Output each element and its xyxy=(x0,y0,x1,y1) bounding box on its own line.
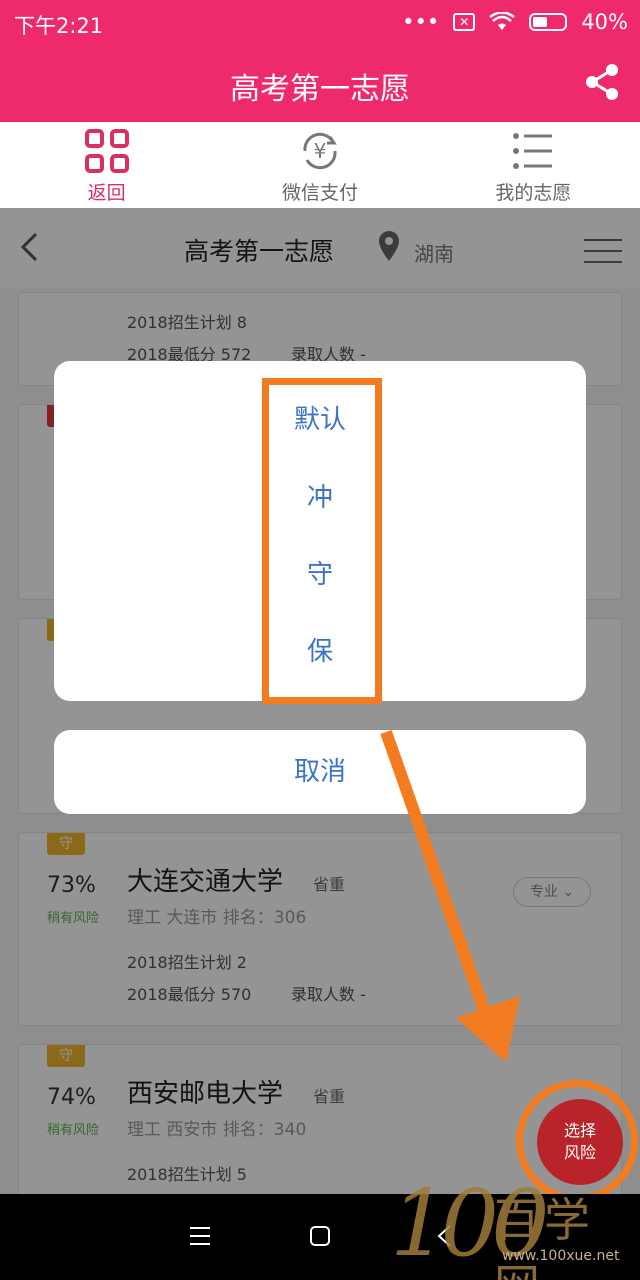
watermark-name: 百学网 xyxy=(494,1193,594,1280)
fab-label-line1: 选择 xyxy=(563,1121,596,1140)
share-icon[interactable] xyxy=(582,62,622,102)
tab-back[interactable]: 返回 xyxy=(0,122,213,208)
top-tabs: 返回 ¥ 微信支付 我的志愿 xyxy=(0,122,640,208)
tab-wechat-pay[interactable]: ¥ 微信支付 xyxy=(213,122,426,208)
highlight-box xyxy=(262,378,382,704)
battery-percent: 40% xyxy=(581,10,628,34)
list-icon xyxy=(513,133,553,169)
cancel-button[interactable]: 取消 xyxy=(54,730,586,814)
battery-icon xyxy=(529,13,568,31)
wifi-icon xyxy=(489,12,516,30)
app-title: 高考第一志愿 xyxy=(230,72,410,107)
recent-apps-icon[interactable] xyxy=(188,1224,212,1248)
tab-my-choices[interactable]: 我的志愿 xyxy=(427,122,640,208)
no-sim-icon: ✕ xyxy=(453,13,476,31)
tab-my-choices-label: 我的志愿 xyxy=(495,182,572,204)
yuan-refresh-icon: ¥ xyxy=(303,132,337,170)
app-bar: 高考第一志愿 xyxy=(0,44,640,122)
watermark-url: www.100xue.net xyxy=(502,1248,620,1264)
tab-back-label: 返回 xyxy=(87,182,126,204)
signal-dots-icon: ••• xyxy=(402,10,440,34)
status-bar: 下午2:21 ••• ✕ 40% xyxy=(0,0,640,44)
site-watermark: 100 百学网 www.100xue.net xyxy=(390,1170,638,1280)
status-time: 下午2:21 xyxy=(14,14,104,38)
svg-text:¥: ¥ xyxy=(314,139,327,163)
tab-wechat-pay-label: 微信支付 xyxy=(281,182,358,204)
qr-grid-icon xyxy=(84,129,129,173)
home-icon[interactable] xyxy=(308,1224,332,1248)
status-icons: ••• ✕ 40% xyxy=(402,10,628,34)
fab-label-line2: 风险 xyxy=(563,1143,596,1162)
